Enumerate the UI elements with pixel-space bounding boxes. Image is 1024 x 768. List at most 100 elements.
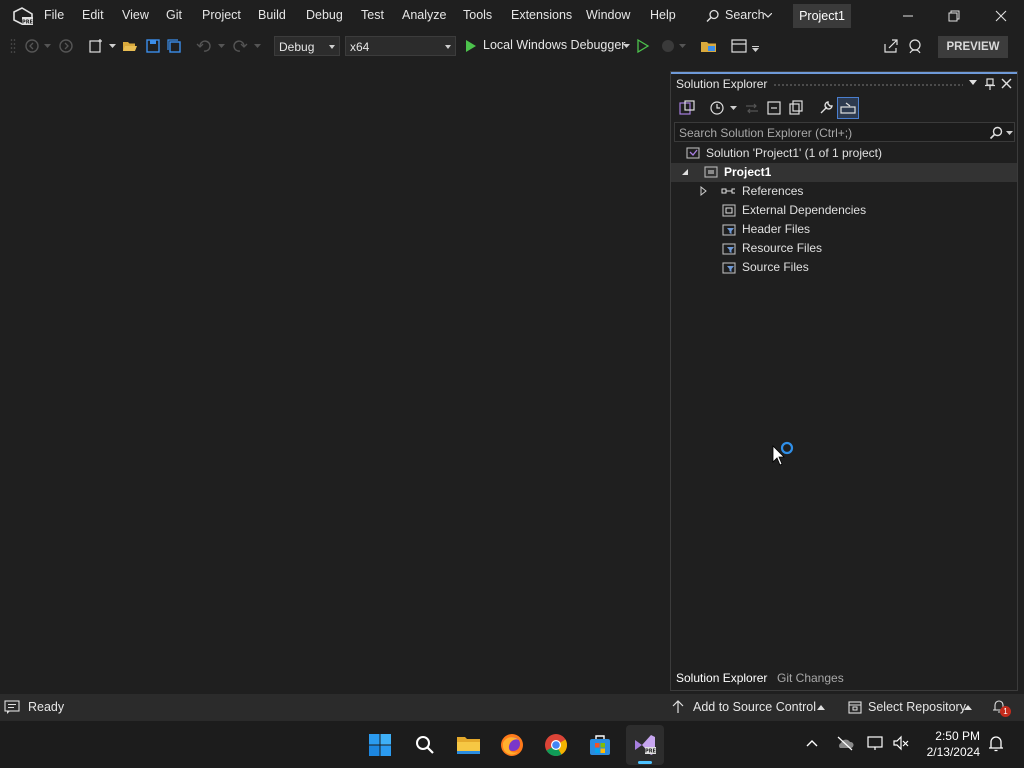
chevron-down-icon[interactable] — [254, 44, 270, 60]
feedback-icon[interactable] — [908, 38, 924, 54]
tree-item-resource-files[interactable]: Resource Files — [671, 239, 1017, 258]
arrow-up-icon — [672, 700, 684, 713]
menu-view[interactable]: View — [122, 8, 149, 22]
menu-project[interactable]: Project — [202, 8, 241, 22]
menu-help[interactable]: Help — [650, 8, 676, 22]
menu-edit[interactable]: Edit — [82, 8, 104, 22]
panel-grip[interactable] — [773, 83, 963, 87]
status-text: Ready — [28, 700, 65, 714]
menu-window[interactable]: Window — [586, 8, 630, 22]
project-name-badge[interactable]: Project1 — [793, 4, 851, 28]
chevron-down-icon[interactable] — [679, 44, 695, 60]
tree-solution-row[interactable]: Solution 'Project1' (1 of 1 project) — [671, 144, 1017, 163]
minimize-icon[interactable] — [900, 8, 916, 24]
search-icon[interactable] — [413, 733, 437, 757]
notification-count-badge: 1 — [1000, 706, 1011, 717]
title-bar: PRE File Edit View Git Project Build Deb… — [0, 0, 1024, 32]
start-without-debugging-icon[interactable] — [636, 38, 652, 54]
redo-icon[interactable] — [232, 38, 248, 54]
microsoft-store-icon[interactable] — [588, 733, 612, 757]
chevron-down-icon[interactable] — [730, 106, 737, 111]
menu-file[interactable]: File — [44, 8, 64, 22]
cpp-project-icon — [704, 166, 718, 178]
solution-icon — [686, 147, 700, 159]
menu-analyze[interactable]: Analyze — [402, 8, 446, 22]
preview-badge[interactable]: PREVIEW — [938, 36, 1008, 58]
menu-build[interactable]: Build — [258, 8, 286, 22]
solution-search-box[interactable] — [674, 122, 1015, 143]
chevron-down-icon — [764, 13, 772, 18]
restore-icon[interactable] — [946, 8, 962, 24]
start-debugging-button[interactable]: Local Windows Debugger — [462, 36, 632, 56]
volume-muted-icon[interactable] — [892, 735, 910, 751]
visual-studio-logo-icon[interactable]: PRE — [12, 6, 34, 26]
save-all-icon[interactable] — [166, 38, 182, 54]
notifications-button[interactable]: 1 — [992, 697, 1016, 717]
menu-tools[interactable]: Tools — [463, 8, 492, 22]
menu-git[interactable]: Git — [166, 8, 182, 22]
chrome-icon[interactable] — [544, 733, 568, 757]
navigate-backward-icon[interactable] — [24, 38, 40, 54]
project-label: Project1 — [724, 165, 772, 179]
preview-selected-items-button[interactable] — [837, 97, 859, 119]
solution-search-input[interactable] — [675, 123, 981, 143]
network-icon[interactable] — [866, 735, 884, 751]
platform-select[interactable]: x64 — [345, 36, 456, 56]
live-share-icon[interactable] — [883, 38, 899, 54]
windows-start-icon[interactable] — [368, 733, 392, 757]
undo-icon[interactable] — [196, 38, 212, 54]
pin-icon[interactable] — [985, 78, 995, 90]
chevron-down-icon[interactable] — [1006, 131, 1013, 136]
preview-icon — [840, 102, 856, 114]
firefox-icon[interactable] — [500, 733, 524, 757]
close-icon[interactable] — [993, 8, 1009, 24]
open-folder-icon[interactable] — [122, 38, 138, 54]
expanded-arrow-icon[interactable] — [681, 168, 695, 182]
collapse-all-icon[interactable] — [766, 100, 782, 116]
save-icon[interactable] — [145, 38, 161, 54]
menu-extensions[interactable]: Extensions — [511, 8, 572, 22]
select-repository-button[interactable]: Select Repository — [846, 697, 976, 717]
switch-views-icon[interactable] — [679, 100, 695, 116]
solution-explorer-header[interactable]: Solution Explorer — [671, 72, 1017, 94]
visual-studio-taskbar-button[interactable]: PRE — [626, 725, 664, 765]
search-icon[interactable] — [989, 126, 1003, 140]
global-search-button[interactable]: Search — [700, 5, 780, 27]
chevron-up-icon[interactable] — [806, 739, 818, 747]
tree-item-header-files[interactable]: Header Files — [671, 220, 1017, 239]
file-explorer-icon[interactable] — [456, 733, 480, 757]
add-to-source-control-button[interactable]: Add to Source Control — [670, 697, 830, 717]
tab-git-changes[interactable]: Git Changes — [777, 671, 844, 685]
menu-test[interactable]: Test — [361, 8, 384, 22]
show-all-files-icon[interactable] — [788, 100, 804, 116]
history-icon[interactable] — [709, 100, 725, 116]
play-icon — [466, 40, 476, 52]
close-icon[interactable] — [1001, 78, 1012, 89]
menu-debug[interactable]: Debug — [306, 8, 343, 22]
tree-item-external-dependencies[interactable]: External Dependencies — [671, 201, 1017, 220]
collapsed-arrow-icon[interactable] — [700, 186, 714, 200]
properties-wrench-icon[interactable] — [818, 100, 834, 116]
browse-folder-icon[interactable] — [700, 38, 716, 54]
new-project-icon[interactable] — [88, 38, 104, 54]
configuration-value: Debug — [279, 40, 315, 54]
tree-item-references[interactable]: References — [671, 182, 1017, 201]
visual-studio-icon: PRE — [635, 735, 657, 755]
source-control-label: Add to Source Control — [693, 700, 816, 714]
tab-solution-explorer[interactable]: Solution Explorer — [676, 671, 767, 685]
chevron-down-icon[interactable] — [969, 80, 977, 86]
hot-reload-icon[interactable] — [660, 38, 676, 54]
output-icon[interactable] — [4, 700, 20, 714]
system-clock[interactable]: 2:50 PM 2/13/2024 — [927, 728, 980, 760]
debugger-label: Local Windows Debugger — [483, 38, 626, 52]
navigate-forward-icon[interactable] — [58, 38, 74, 54]
chevron-up-icon — [817, 705, 825, 710]
configuration-select[interactable]: Debug — [274, 36, 340, 56]
onedrive-offline-icon[interactable] — [836, 735, 854, 751]
tree-project-row[interactable]: Project1 — [671, 163, 1017, 182]
sync-icon[interactable] — [744, 100, 760, 116]
notification-center-icon[interactable] — [988, 735, 1004, 753]
layout-icon[interactable] — [731, 38, 747, 54]
tree-item-source-files[interactable]: Source Files — [671, 258, 1017, 277]
toolbar-overflow-icon[interactable] — [752, 46, 768, 62]
